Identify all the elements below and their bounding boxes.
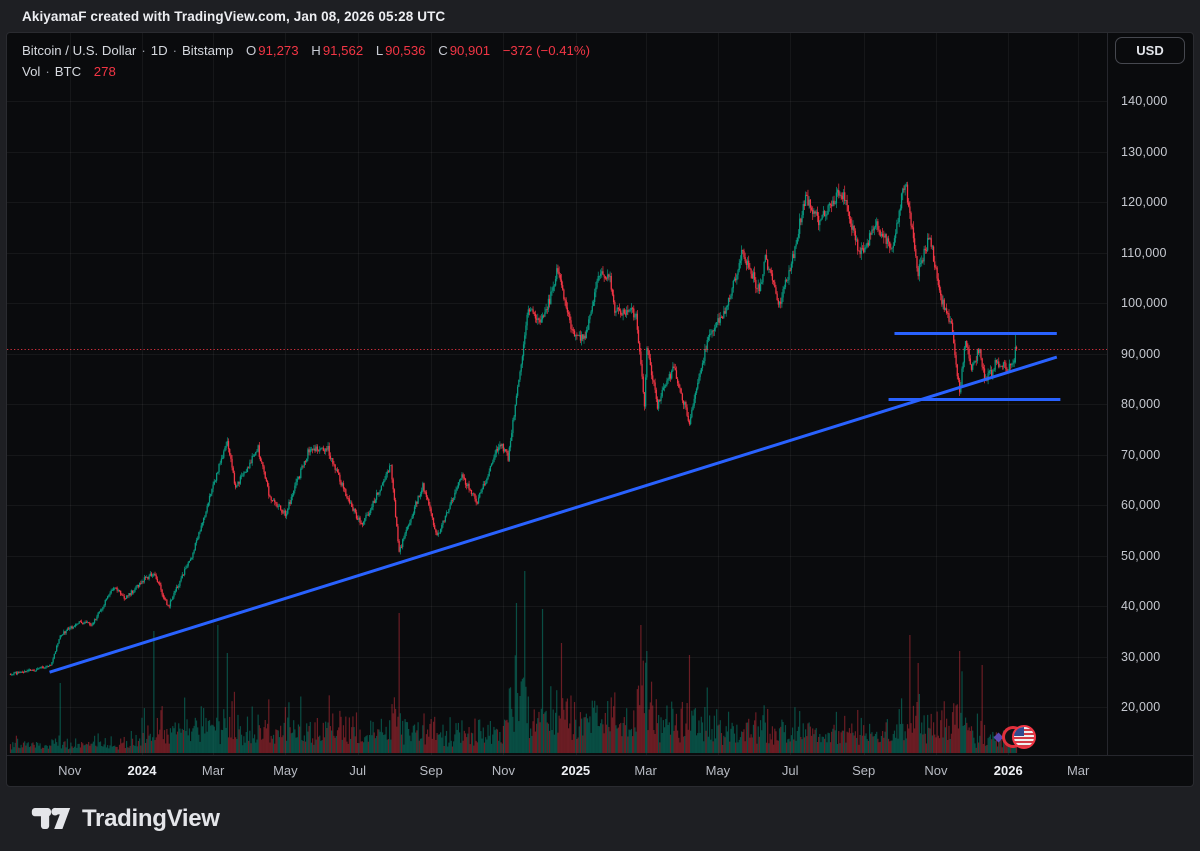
time-tick-label: Sep <box>852 756 875 785</box>
price-tick-label: 130,000 <box>1121 145 1168 159</box>
price-tick-label: 50,000 <box>1121 549 1160 563</box>
price-chart-canvas[interactable] <box>7 33 1107 755</box>
attribution-text: AkiyamaF created with TradingView.com, J… <box>22 9 445 24</box>
time-tick-label: Nov <box>492 756 515 785</box>
time-tick-label: Nov <box>924 756 947 785</box>
time-tick-label: 2024 <box>128 756 157 785</box>
time-tick-label: Sep <box>420 756 443 785</box>
price-tick-label: 60,000 <box>1121 498 1160 512</box>
time-tick-label: 2025 <box>561 756 590 785</box>
price-tick-label: 110,000 <box>1121 246 1167 260</box>
time-tick-label: May <box>706 756 731 785</box>
chart-legend: Bitcoin / U.S. Dollar·1D·Bitstamp O91,27… <box>22 40 590 82</box>
time-tick-label: Mar <box>634 756 656 785</box>
tradingview-wordmark: TradingView <box>82 805 220 833</box>
close-value: C90,901 <box>438 40 490 61</box>
low-value: L90,536 <box>376 40 426 61</box>
volume-unit: BTC <box>55 61 81 82</box>
open-value: O91,273 <box>246 40 299 61</box>
change-value: −372 (−0.41%) <box>503 40 590 61</box>
high-value: H91,562 <box>311 40 363 61</box>
volume-current-value: 278 <box>94 61 116 82</box>
time-tick-label: Jul <box>349 756 366 785</box>
time-tick-label: May <box>273 756 298 785</box>
chart-widget: Bitcoin / U.S. Dollar·1D·Bitstamp O91,27… <box>6 32 1194 787</box>
price-tick-label: 120,000 <box>1121 195 1168 209</box>
time-tick-label: Nov <box>58 756 81 785</box>
interval-value[interactable]: 1D <box>151 40 168 61</box>
price-tick-label: 20,000 <box>1121 700 1160 714</box>
time-tick-label: Jul <box>782 756 799 785</box>
price-tick-label: 100,000 <box>1121 296 1168 310</box>
separator-dot: · <box>173 40 177 61</box>
volume-row[interactable]: Vol · BTC 278 <box>22 61 590 82</box>
price-axis[interactable]: 90,901 18:31:44 278 140,000130,000120,00… <box>1107 33 1194 755</box>
price-tick-label: 70,000 <box>1121 448 1160 462</box>
symbol-title[interactable]: Bitcoin / U.S. Dollar <box>22 40 136 61</box>
volume-label: Vol <box>22 61 40 82</box>
us-flag-icon <box>1012 725 1036 749</box>
price-tick-label: 90,000 <box>1121 347 1160 361</box>
separator-dot: · <box>141 40 145 61</box>
price-tick-label: 140,000 <box>1121 94 1168 108</box>
time-tick-label: Mar <box>202 756 224 785</box>
attribution-bar: AkiyamaF created with TradingView.com, J… <box>0 0 1200 32</box>
time-tick-label: 2026 <box>994 756 1023 785</box>
price-tick-label: 80,000 <box>1121 397 1160 411</box>
time-axis[interactable]: Nov 2024 Mar May Jul Sep Nov 2025 Mar May Jul Sep No… <box>7 755 1193 787</box>
separator-dot: · <box>45 61 49 82</box>
exchange-name[interactable]: Bitstamp <box>182 40 233 61</box>
symbol-row[interactable]: Bitcoin / U.S. Dollar·1D·Bitstamp O91,27… <box>22 40 590 61</box>
price-tick-label: 30,000 <box>1121 650 1160 664</box>
price-tick-label: 40,000 <box>1121 599 1160 613</box>
footer: TradingView <box>0 787 1200 851</box>
tradingview-logo-icon[interactable] <box>30 805 72 833</box>
economic-event-marker[interactable] <box>996 722 1040 754</box>
time-tick-label: Mar <box>1067 756 1089 785</box>
